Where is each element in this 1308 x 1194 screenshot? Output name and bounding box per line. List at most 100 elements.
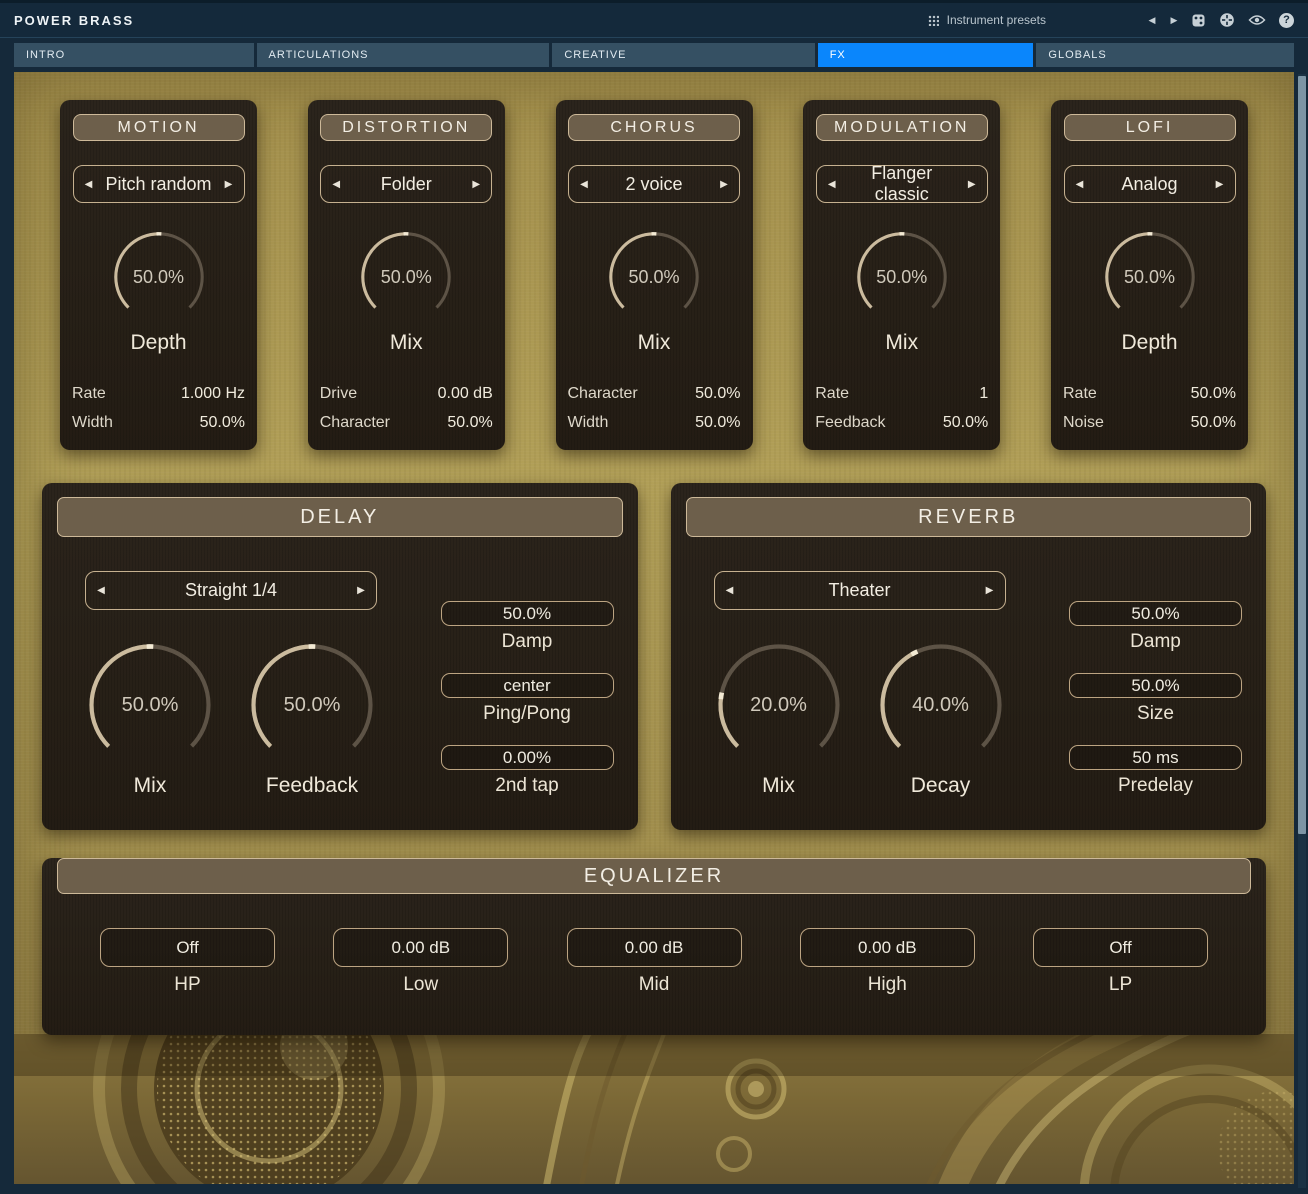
param-value[interactable]: 50.0% bbox=[447, 408, 492, 437]
field-label: Damp bbox=[1130, 631, 1181, 653]
prev-arrow-icon[interactable]: ◀ bbox=[569, 179, 599, 190]
help-icon[interactable]: ? bbox=[1279, 13, 1294, 28]
title-bar: POWER BRASS Instrument presets ◀ ▶ ? bbox=[0, 0, 1308, 38]
vertical-scrollbar[interactable] bbox=[1298, 74, 1306, 1188]
reverb-decay-knob[interactable]: 40.0% bbox=[876, 640, 1006, 770]
knob-value: 50.0% bbox=[85, 640, 215, 770]
panel-motion: MOTION ◀ Pitch random ▶ 50.0% Depth Rate… bbox=[60, 100, 257, 450]
param-value[interactable]: 50.0% bbox=[1191, 379, 1236, 408]
param-value[interactable]: 1.000 Hz bbox=[181, 379, 245, 408]
reverb-mode-value[interactable]: Theater bbox=[745, 580, 975, 601]
knob-value: 40.0% bbox=[876, 640, 1006, 770]
chorus-mode-value[interactable]: 2 voice bbox=[599, 174, 709, 195]
next-arrow-icon[interactable]: ▶ bbox=[957, 179, 987, 190]
next-preset-button[interactable]: ▶ bbox=[1163, 15, 1185, 26]
delay-reverb-row: DELAY ◀ Straight 1/4 ▶ 50.0% bbox=[42, 483, 1266, 830]
delay-mode-value[interactable]: Straight 1/4 bbox=[116, 580, 346, 601]
next-arrow-icon[interactable]: ▶ bbox=[975, 585, 1005, 596]
reverb-mode-selector: ◀ Theater ▶ bbox=[714, 571, 1006, 610]
next-arrow-icon[interactable]: ▶ bbox=[709, 179, 739, 190]
delay-2ndtap-field[interactable]: 0.00% bbox=[441, 745, 614, 770]
scrollbar-thumb[interactable] bbox=[1298, 76, 1306, 834]
reverb-size-field[interactable]: 50.0% bbox=[1069, 673, 1242, 698]
previous-preset-button[interactable]: ◀ bbox=[1141, 15, 1163, 26]
knob-value: 50.0% bbox=[111, 229, 207, 325]
tab-articulations[interactable]: ARTICULATIONS bbox=[257, 43, 550, 67]
reverb-predelay-field[interactable]: 50 ms bbox=[1069, 745, 1242, 770]
motion-depth-knob[interactable]: 50.0% bbox=[111, 229, 207, 325]
eq-band-label: LP bbox=[1033, 974, 1208, 996]
next-arrow-icon[interactable]: ▶ bbox=[1205, 179, 1235, 190]
knob-label: Mix bbox=[714, 774, 844, 798]
eye-icon[interactable] bbox=[1248, 14, 1266, 26]
reverb-decay-block: 40.0% Decay bbox=[876, 640, 1006, 798]
tab-intro[interactable]: INTRO bbox=[14, 43, 254, 67]
delay-pingpong-field[interactable]: center bbox=[441, 673, 614, 698]
modulation-mix-knob[interactable]: 50.0% bbox=[854, 229, 950, 325]
prev-arrow-icon[interactable]: ◀ bbox=[715, 585, 745, 596]
prev-arrow-icon[interactable]: ◀ bbox=[321, 179, 351, 190]
param-value[interactable]: 50.0% bbox=[695, 408, 740, 437]
distortion-header: DISTORTION bbox=[320, 114, 492, 141]
lofi-depth-knob[interactable]: 50.0% bbox=[1102, 229, 1198, 325]
distortion-mix-knob[interactable]: 50.0% bbox=[358, 229, 454, 325]
param-value[interactable]: 50.0% bbox=[943, 408, 988, 437]
reverb-mix-block: 20.0% Mix bbox=[714, 640, 844, 798]
reverb-damp-field[interactable]: 50.0% bbox=[1069, 601, 1242, 626]
eq-band-hp: Off HP bbox=[100, 928, 275, 996]
motion-title: MOTION bbox=[118, 119, 200, 137]
reverb-mix-knob[interactable]: 20.0% bbox=[714, 640, 844, 770]
knob-label: Mix bbox=[556, 331, 753, 355]
delay-damp-field[interactable]: 50.0% bbox=[441, 601, 614, 626]
next-arrow-icon[interactable]: ▶ bbox=[346, 585, 376, 596]
modulation-mode-value[interactable]: Flanger classic bbox=[847, 163, 957, 205]
param-value[interactable]: 50.0% bbox=[200, 408, 245, 437]
tab-fx[interactable]: FX bbox=[818, 43, 1034, 67]
param-label: Drive bbox=[320, 379, 357, 408]
param-value[interactable]: 1 bbox=[979, 379, 988, 408]
eq-low-field[interactable]: 0.00 dB bbox=[333, 928, 508, 967]
eq-lp-field[interactable]: Off bbox=[1033, 928, 1208, 967]
delay-feedback-knob[interactable]: 50.0% bbox=[247, 640, 377, 770]
next-arrow-icon[interactable]: ▶ bbox=[214, 179, 244, 190]
eq-band-label: High bbox=[800, 974, 975, 996]
tab-globals[interactable]: GLOBALS bbox=[1036, 43, 1294, 67]
param-label: Noise bbox=[1063, 408, 1104, 437]
motion-mode-selector: ◀ Pitch random ▶ bbox=[73, 165, 245, 203]
instrument-presets-button[interactable]: Instrument presets bbox=[928, 13, 1046, 27]
param-row: Noise 50.0% bbox=[1063, 408, 1236, 437]
grid-icon bbox=[928, 15, 939, 26]
param-value[interactable]: 0.00 dB bbox=[438, 379, 493, 408]
next-arrow-icon[interactable]: ▶ bbox=[461, 179, 491, 190]
param-row: Width 50.0% bbox=[568, 408, 741, 437]
param-value[interactable]: 50.0% bbox=[695, 379, 740, 408]
distortion-mode-value[interactable]: Folder bbox=[351, 174, 461, 195]
knob-value: 50.0% bbox=[247, 640, 377, 770]
reverb-fields: 50.0% Damp 50.0% Size 50 ms Predelay bbox=[1069, 601, 1242, 817]
knob-label: Mix bbox=[308, 331, 505, 355]
motion-params: Rate 1.000 Hz Width 50.0% bbox=[72, 379, 245, 437]
eq-mid-field[interactable]: 0.00 dB bbox=[567, 928, 742, 967]
target-icon[interactable] bbox=[1219, 12, 1235, 28]
chorus-title: CHORUS bbox=[610, 119, 697, 137]
delay-title: DELAY bbox=[300, 506, 379, 529]
param-value[interactable]: 50.0% bbox=[1191, 408, 1236, 437]
prev-arrow-icon[interactable]: ◀ bbox=[86, 585, 116, 596]
prev-arrow-icon[interactable]: ◀ bbox=[817, 179, 847, 190]
chorus-mix-knob[interactable]: 50.0% bbox=[606, 229, 702, 325]
dice-random-icon[interactable] bbox=[1191, 13, 1206, 28]
param-row: Character 50.0% bbox=[320, 408, 493, 437]
prev-arrow-icon[interactable]: ◀ bbox=[74, 179, 104, 190]
chorus-mode-selector: ◀ 2 voice ▶ bbox=[568, 165, 740, 203]
prev-arrow-icon[interactable]: ◀ bbox=[1065, 179, 1095, 190]
delay-mix-knob[interactable]: 50.0% bbox=[85, 640, 215, 770]
tab-creative[interactable]: CREATIVE bbox=[552, 43, 814, 67]
eq-high-field[interactable]: 0.00 dB bbox=[800, 928, 975, 967]
distortion-mode-selector: ◀ Folder ▶ bbox=[320, 165, 492, 203]
motion-mode-value[interactable]: Pitch random bbox=[104, 174, 214, 195]
knob-label: Depth bbox=[1051, 331, 1248, 355]
lofi-mode-value[interactable]: Analog bbox=[1095, 174, 1205, 195]
param-row: Drive 0.00 dB bbox=[320, 379, 493, 408]
eq-band-label: Mid bbox=[567, 974, 742, 996]
eq-hp-field[interactable]: Off bbox=[100, 928, 275, 967]
